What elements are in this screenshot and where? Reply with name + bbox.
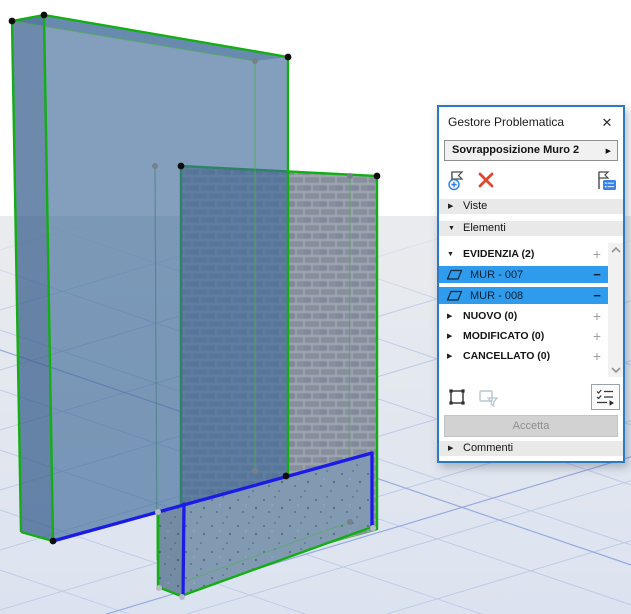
section-viste-label: Viste xyxy=(463,200,488,212)
checklist-options-button[interactable] xyxy=(591,384,620,410)
chevron-down-icon: ▼ xyxy=(448,225,455,232)
issue-manager-palette: Gestore Problematica ✕ Sovrapposizione M… xyxy=(437,105,625,463)
list-item-mur-007[interactable]: MUR - 007 − xyxy=(439,266,608,283)
section-viste[interactable]: ▶ Viste xyxy=(439,199,623,214)
add-element-button[interactable]: + xyxy=(586,308,608,324)
delete-issue-icon[interactable] xyxy=(477,171,495,189)
scroll-up-icon[interactable] xyxy=(610,245,622,254)
elements-list: ▼ EVIDENZIA (2) + MUR - 007 − MUR - 008 xyxy=(439,239,623,379)
list-item-mur-008[interactable]: MUR - 008 − xyxy=(439,287,608,304)
group-label: NUOVO (0) xyxy=(463,310,518,322)
close-icon[interactable]: ✕ xyxy=(598,114,616,132)
section-elementi[interactable]: ▼ Elementi xyxy=(439,221,623,236)
item-label: MUR - 007 xyxy=(470,268,524,281)
wall-large[interactable] xyxy=(10,13,290,543)
add-element-button[interactable]: + xyxy=(586,348,608,364)
group-evidenzia[interactable]: ▼ EVIDENZIA (2) + xyxy=(439,246,608,262)
group-label: CANCELLATO (0) xyxy=(463,350,551,362)
palette-toolbar xyxy=(439,166,623,193)
marquee-select-icon[interactable] xyxy=(447,387,467,407)
chevron-right-icon: ▶ xyxy=(447,353,453,360)
chevron-right-icon: ▶ xyxy=(448,203,454,210)
scroll-down-icon[interactable] xyxy=(610,366,622,375)
chevron-right-icon: ▶ xyxy=(447,313,453,320)
chevron-down-icon: ▼ xyxy=(447,250,454,258)
issue-selector[interactable]: Sovrapposizione Muro 2 ▶ xyxy=(444,140,618,161)
filter-disabled-icon xyxy=(479,390,499,408)
application-window: Gestore Problematica ✕ Sovrapposizione M… xyxy=(0,0,631,614)
group-cancellato[interactable]: ▶ CANCELLATO (0) + xyxy=(439,348,608,364)
group-label: MODIFICATO (0) xyxy=(463,330,545,342)
list-scrollbar[interactable] xyxy=(608,243,623,377)
accept-button[interactable]: Accetta xyxy=(444,415,618,437)
add-element-button[interactable]: + xyxy=(586,328,608,344)
new-issue-icon[interactable] xyxy=(446,168,470,192)
add-element-button[interactable]: + xyxy=(586,246,608,262)
group-nuovo[interactable]: ▶ NUOVO (0) + xyxy=(439,308,608,324)
issue-details-icon[interactable] xyxy=(594,168,618,192)
checklist-icon xyxy=(596,389,614,406)
item-label: MUR - 008 xyxy=(470,289,524,302)
chevron-right-icon: ▶ xyxy=(448,445,454,452)
submenu-arrow-icon: ▶ xyxy=(605,148,611,155)
wall-icon xyxy=(446,290,463,301)
chevron-right-icon: ▶ xyxy=(447,333,453,340)
selection-toolbar xyxy=(439,383,623,412)
remove-element-button[interactable]: − xyxy=(586,267,608,282)
section-elementi-label: Elementi xyxy=(463,222,506,234)
section-commenti-label: Commenti xyxy=(463,442,514,454)
group-modificato[interactable]: ▶ MODIFICATO (0) + xyxy=(439,328,608,344)
issue-selector-value: Sovrapposizione Muro 2 xyxy=(452,144,580,156)
palette-title: Gestore Problematica xyxy=(448,115,565,129)
wall-icon xyxy=(446,269,463,280)
group-label: EVIDENZIA (2) xyxy=(463,248,535,260)
section-commenti[interactable]: ▶ Commenti xyxy=(439,441,623,456)
palette-titlebar[interactable]: Gestore Problematica ✕ xyxy=(439,107,623,137)
remove-element-button[interactable]: − xyxy=(586,288,608,303)
